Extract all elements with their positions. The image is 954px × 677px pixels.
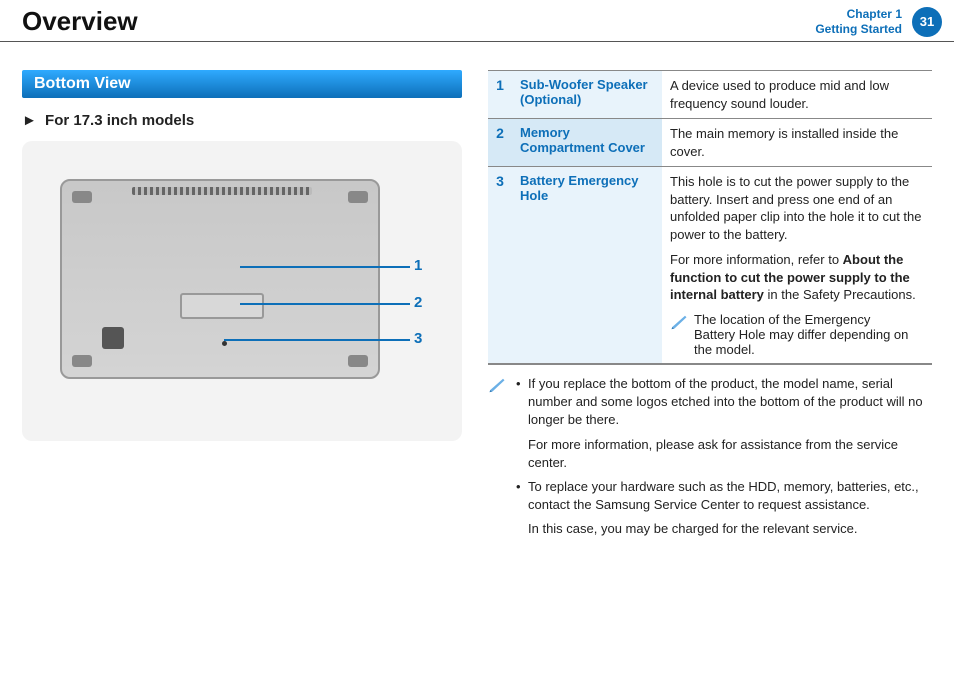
foot-pad (348, 191, 368, 203)
chapter-line1: Chapter 1 (815, 7, 902, 21)
part-description: The main memory is installed inside the … (662, 119, 932, 167)
part-number: 1 (488, 71, 512, 119)
chapter-label: Chapter 1 Getting Started (815, 7, 902, 36)
right-column: 1 Sub-Woofer Speaker (Optional) A device… (488, 70, 932, 545)
callout-line (240, 303, 410, 305)
notes-list: If you replace the bottom of the product… (516, 375, 932, 545)
note-line2: Battery Hole may differ depending on the… (694, 327, 924, 357)
part-number: 2 (488, 119, 512, 167)
list-item: If you replace the bottom of the product… (516, 375, 932, 472)
chapter-line2: Getting Started (815, 22, 902, 36)
foot-pad (72, 355, 92, 367)
arrow-icon: ► (22, 112, 37, 129)
model-subheading: ► For 17.3 inch models (22, 112, 462, 129)
header-right: Chapter 1 Getting Started 31 (815, 7, 942, 37)
page-title: Overview (22, 6, 138, 37)
note-icon (488, 375, 508, 545)
part-name: Battery Emergency Hole (512, 167, 662, 364)
bottom-view-figure: 1 2 3 (22, 141, 462, 441)
laptop-bottom-illustration (60, 179, 380, 379)
table-row: 3 Battery Emergency Hole This hole is to… (488, 167, 932, 364)
callout-number-1: 1 (414, 257, 422, 274)
note1-p1: If you replace the bottom of the product… (528, 376, 923, 427)
callout-line (224, 339, 410, 341)
part-name: Sub-Woofer Speaker (Optional) (512, 71, 662, 119)
part-description: A device used to produce mid and low fre… (662, 71, 932, 119)
note-icon (670, 312, 688, 333)
desc-text: A device used to produce mid and low fre… (670, 77, 924, 112)
desc-p2: For more information, refer to About the… (670, 251, 924, 304)
desc-p1: This hole is to cut the power supply to … (670, 173, 924, 243)
callout-number-3: 3 (414, 330, 422, 347)
note2-p2: In this case, you may be charged for the… (528, 520, 932, 538)
section-banner: Bottom View (22, 70, 462, 98)
content-columns: Bottom View ► For 17.3 inch models 1 2 3 (0, 42, 954, 545)
inline-note-text: The location of the Emergency Battery Ho… (694, 312, 924, 357)
notes-block: If you replace the bottom of the product… (488, 364, 932, 545)
memory-cover-graphic (180, 293, 264, 319)
desc-p2-suffix: in the Safety Precautions. (764, 287, 916, 302)
parts-table: 1 Sub-Woofer Speaker (Optional) A device… (488, 70, 932, 364)
part-name: Memory Compartment Cover (512, 119, 662, 167)
list-item: To replace your hardware such as the HDD… (516, 478, 932, 539)
desc-p2-prefix: For more information, refer to (670, 252, 843, 267)
note1-p2: For more information, please ask for ass… (528, 436, 932, 472)
desc-text: The main memory is installed inside the … (670, 125, 924, 160)
speaker-graphic (102, 327, 124, 349)
table-row: 1 Sub-Woofer Speaker (Optional) A device… (488, 71, 932, 119)
pinhole-graphic (222, 341, 227, 346)
page-header: Overview Chapter 1 Getting Started 31 (0, 0, 954, 42)
part-description: This hole is to cut the power supply to … (662, 167, 932, 364)
callout-number-2: 2 (414, 294, 422, 311)
foot-pad (348, 355, 368, 367)
callout-line (240, 266, 410, 268)
page-number-badge: 31 (912, 7, 942, 37)
left-column: Bottom View ► For 17.3 inch models 1 2 3 (22, 70, 462, 545)
foot-pad (72, 191, 92, 203)
subhead-text: For 17.3 inch models (45, 112, 194, 129)
note2-p1: To replace your hardware such as the HDD… (528, 479, 919, 512)
table-row: 2 Memory Compartment Cover The main memo… (488, 119, 932, 167)
note-line1: The location of the Emergency (694, 312, 924, 327)
part-number: 3 (488, 167, 512, 364)
inline-note: The location of the Emergency Battery Ho… (670, 312, 924, 357)
vent-grille (132, 187, 312, 195)
